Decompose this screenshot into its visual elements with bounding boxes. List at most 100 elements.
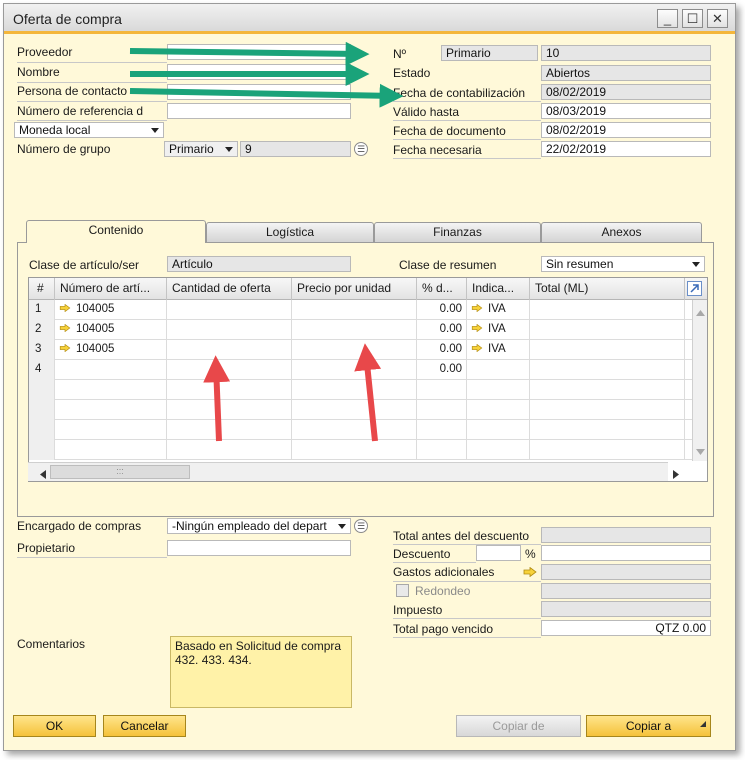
descuento-percent-field[interactable] [476, 545, 521, 561]
referencia-field[interactable] [167, 103, 351, 119]
no-series-field[interactable]: Primario [441, 45, 538, 61]
cell-price[interactable] [292, 380, 417, 400]
clase-resumen-select[interactable]: Sin resumen [541, 256, 705, 272]
cell-tax[interactable]: IVA [467, 340, 530, 360]
moneda-select[interactable]: Moneda local [14, 122, 164, 138]
vertical-scrollbar[interactable] [692, 300, 707, 461]
column-header-num[interactable]: # [29, 278, 55, 300]
scroll-thumb[interactable]: ::: [50, 465, 190, 479]
cancel-button[interactable]: Cancelar [103, 715, 186, 737]
cell-qty[interactable] [167, 440, 292, 460]
table-row[interactable]: 4 0.00 [29, 360, 692, 380]
cell-disc[interactable] [417, 400, 467, 420]
cell-disc[interactable]: 0.00 [417, 300, 467, 320]
fecha-documento-field[interactable]: 08/02/2019 [541, 122, 711, 138]
table-row[interactable] [29, 400, 692, 420]
cell-disc[interactable]: 0.00 [417, 340, 467, 360]
cell-item[interactable]: 104005 [55, 300, 167, 320]
copy-from-button[interactable]: Copiar de [456, 715, 581, 737]
grupo-series-select[interactable]: Primario [164, 141, 238, 157]
info-icon[interactable]: ☰ [354, 142, 368, 156]
link-arrow-icon[interactable] [59, 323, 71, 332]
cell-price[interactable] [292, 340, 417, 360]
cell-item[interactable]: 104005 [55, 320, 167, 340]
cell-total[interactable] [530, 360, 685, 380]
tab-contenido[interactable]: Contenido [26, 220, 206, 243]
column-header-price[interactable]: Precio por unidad [292, 278, 417, 300]
persona-contacto-field[interactable] [167, 84, 351, 100]
cell-tax[interactable] [467, 440, 530, 460]
cell-qty[interactable] [167, 320, 292, 340]
contabilizacion-field[interactable]: 08/02/2019 [541, 84, 711, 100]
cell-item[interactable] [55, 420, 167, 440]
cell-price[interactable] [292, 320, 417, 340]
cell-tax[interactable] [467, 360, 530, 380]
cell-qty[interactable] [167, 380, 292, 400]
cell-disc[interactable] [417, 420, 467, 440]
cell-total[interactable] [530, 340, 685, 360]
encargado-select[interactable]: -Ningún empleado del depart [167, 518, 351, 534]
table-row[interactable]: 2 104005 0.00 IVA [29, 320, 692, 340]
cell-item[interactable] [55, 440, 167, 460]
valido-hasta-field[interactable]: 08/03/2019 [541, 103, 711, 119]
table-row[interactable] [29, 440, 692, 460]
tab-anexos[interactable]: Anexos [541, 222, 702, 242]
table-row[interactable]: 3 104005 0.00 IVA [29, 340, 692, 360]
expand-icon[interactable] [687, 281, 702, 296]
column-header-total[interactable]: Total (ML) [530, 278, 685, 300]
info-icon[interactable]: ☰ [354, 519, 368, 533]
cell-total[interactable] [530, 380, 685, 400]
cell-qty[interactable] [167, 420, 292, 440]
cell-disc[interactable]: 0.00 [417, 320, 467, 340]
cell-disc[interactable] [417, 440, 467, 460]
cell-total[interactable] [530, 420, 685, 440]
column-header-tax[interactable]: Indica... [467, 278, 530, 300]
cell-total[interactable] [530, 440, 685, 460]
cell-disc[interactable]: 0.00 [417, 360, 467, 380]
redondeo-checkbox[interactable] [396, 584, 409, 597]
ok-button[interactable]: OK [13, 715, 96, 737]
table-row[interactable]: 1 104005 0.00 IVA [29, 300, 692, 320]
cell-tax[interactable]: IVA [467, 320, 530, 340]
cell-disc[interactable] [417, 380, 467, 400]
horizontal-scrollbar[interactable]: ::: [28, 462, 679, 481]
link-arrow-icon[interactable] [471, 303, 483, 312]
comentarios-textarea[interactable]: Basado en Solicitud de compra 432. 433. … [170, 636, 352, 708]
cell-qty[interactable] [167, 300, 292, 320]
minimize-button[interactable]: _ [657, 9, 678, 28]
cell-qty[interactable] [167, 400, 292, 420]
cell-price[interactable] [292, 400, 417, 420]
cell-item[interactable] [55, 380, 167, 400]
close-button[interactable]: ✕ [707, 9, 728, 28]
column-header-discount[interactable]: % d... [417, 278, 467, 300]
cell-price[interactable] [292, 360, 417, 380]
cell-total[interactable] [530, 300, 685, 320]
column-header-item[interactable]: Número de artí... [55, 278, 167, 300]
link-arrow-icon[interactable] [471, 343, 483, 352]
clase-articulo-field[interactable]: Artículo [167, 256, 351, 272]
cell-qty[interactable] [167, 340, 292, 360]
link-arrow-icon[interactable] [59, 303, 71, 312]
cell-tax[interactable] [467, 400, 530, 420]
cell-tax[interactable] [467, 380, 530, 400]
cell-item[interactable] [55, 360, 167, 380]
link-arrow-icon[interactable] [471, 323, 483, 332]
cell-tax[interactable]: IVA [467, 300, 530, 320]
tab-finanzas[interactable]: Finanzas [374, 222, 541, 242]
copy-to-button[interactable]: Copiar a [586, 715, 711, 737]
cell-price[interactable] [292, 420, 417, 440]
link-arrow-icon[interactable] [59, 343, 71, 352]
table-row[interactable] [29, 420, 692, 440]
cell-total[interactable] [530, 400, 685, 420]
maximize-button[interactable]: ☐ [682, 9, 703, 28]
cell-tax[interactable] [467, 420, 530, 440]
link-arrow-icon[interactable] [523, 566, 537, 580]
cell-price[interactable] [292, 440, 417, 460]
cell-qty[interactable] [167, 360, 292, 380]
nombre-field[interactable] [167, 64, 351, 80]
descuento-amount-field[interactable] [541, 545, 711, 561]
cell-item[interactable]: 104005 [55, 340, 167, 360]
table-row[interactable] [29, 380, 692, 400]
tab-logistica[interactable]: Logística [206, 222, 374, 242]
cell-item[interactable] [55, 400, 167, 420]
